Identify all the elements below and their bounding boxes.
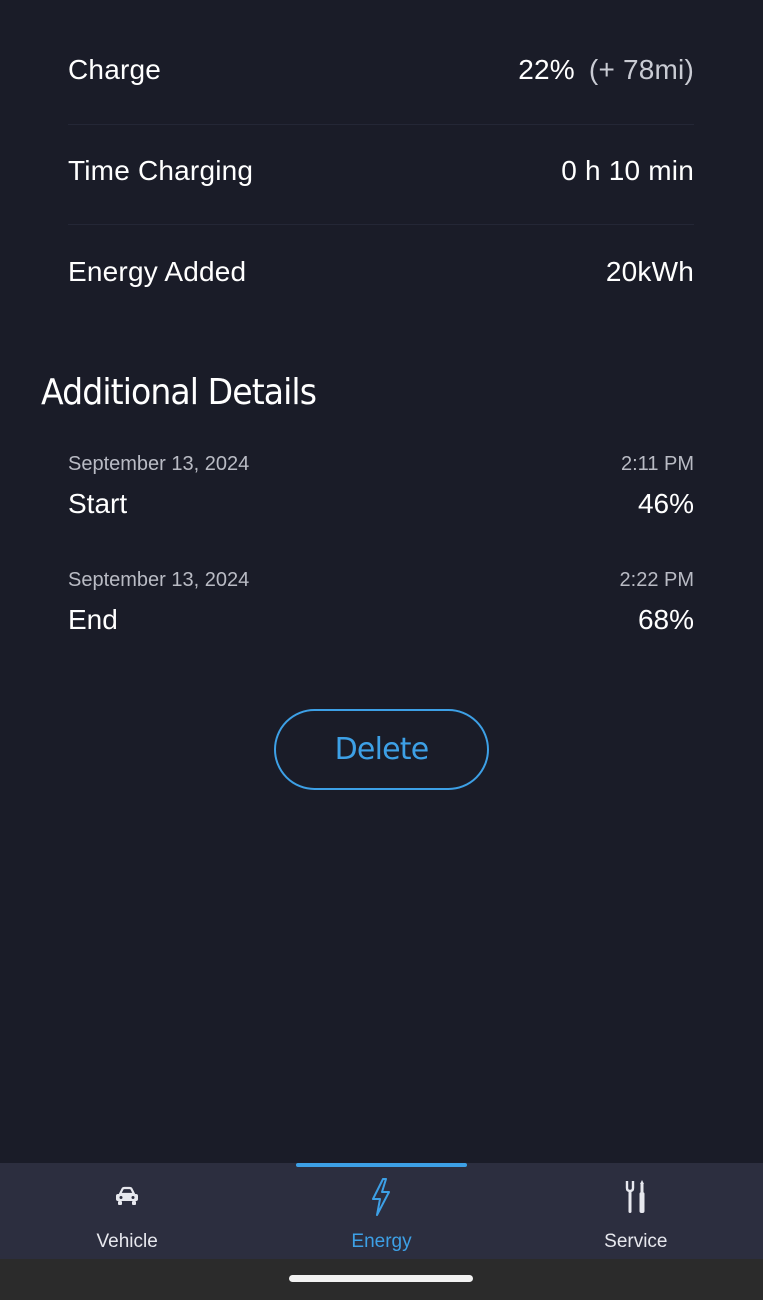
tab-vehicle-label: Vehicle: [96, 1231, 158, 1252]
tab-service[interactable]: Service: [509, 1163, 763, 1259]
energy-added-value: 20kWh: [605, 256, 694, 287]
start-value: 46%: [637, 488, 694, 519]
charge-range-added: (+ 78mi): [588, 54, 694, 85]
delete-button[interactable]: Delete: [274, 709, 489, 790]
tools-icon: [616, 1177, 656, 1217]
end-time: 2:22 PM: [619, 568, 694, 591]
end-label: End: [68, 604, 118, 635]
tab-vehicle[interactable]: Vehicle: [0, 1163, 254, 1259]
home-indicator[interactable]: [289, 1275, 473, 1282]
divider: [68, 124, 694, 125]
charge-value: 22%: [518, 54, 575, 85]
time-charging-label: Time Charging: [68, 155, 254, 186]
start-label: Start: [68, 488, 128, 519]
charge-session-screen: Charge 22% (+ 78mi) Time Charging 0 h 10 …: [0, 0, 763, 1300]
energy-added-row: Energy Added 20kWh: [68, 252, 694, 292]
bottom-tab-bar: Vehicle Energy Service: [0, 1163, 763, 1259]
additional-details-title: Additional Details: [41, 372, 317, 413]
start-date: September 13, 2024: [68, 452, 250, 475]
charge-label: Charge: [68, 54, 162, 85]
energy-added-label: Energy Added: [68, 256, 247, 287]
charge-row: Charge 22% (+ 78mi): [68, 50, 694, 90]
tab-energy-label: Energy: [351, 1231, 412, 1252]
time-charging-row: Time Charging 0 h 10 min: [68, 151, 694, 191]
start-detail: September 13, 2024 2:11 PM Start 46%: [68, 450, 694, 526]
end-detail: September 13, 2024 2:22 PM End 68%: [68, 566, 694, 642]
end-date: September 13, 2024: [68, 568, 250, 591]
charge-value-group: 22% (+ 78mi): [518, 54, 694, 86]
start-time: 2:11 PM: [621, 452, 694, 475]
tab-energy[interactable]: Energy: [254, 1163, 508, 1259]
tab-service-label: Service: [604, 1231, 668, 1252]
divider: [68, 224, 694, 225]
car-icon: [107, 1177, 147, 1217]
lightning-bolt-icon: [361, 1177, 401, 1217]
active-tab-indicator: [296, 1163, 467, 1167]
end-value: 68%: [637, 604, 694, 635]
time-charging-value: 0 h 10 min: [561, 155, 694, 186]
